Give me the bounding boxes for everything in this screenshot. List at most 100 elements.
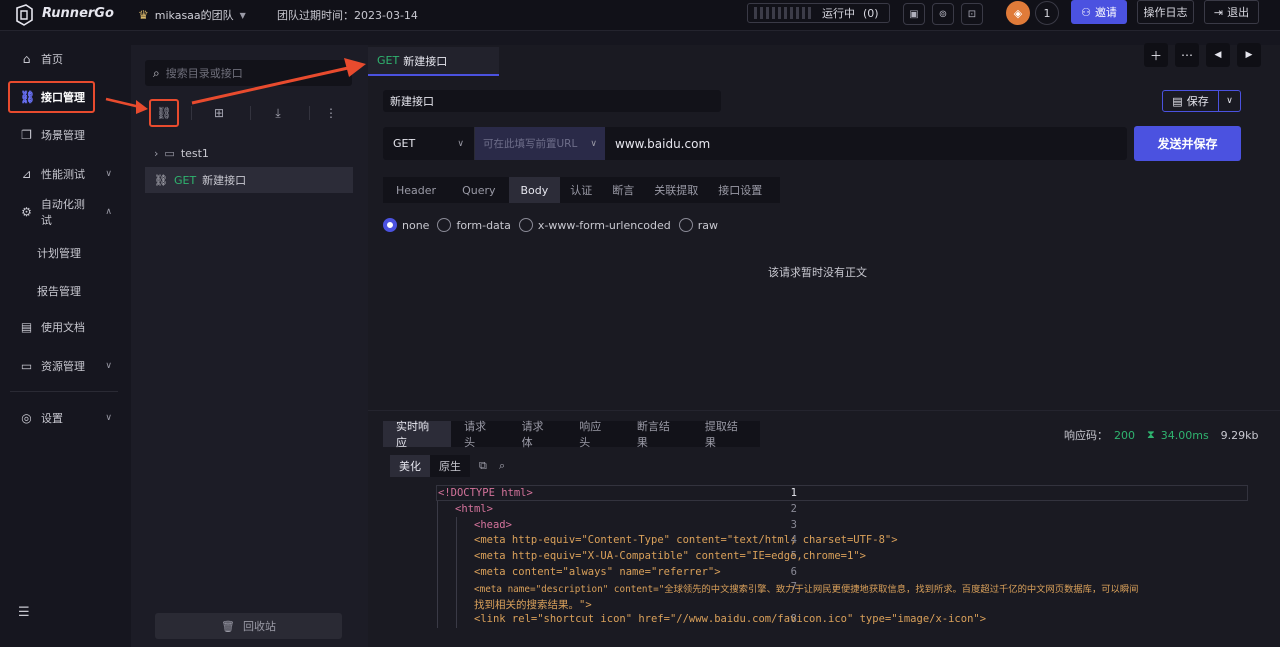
status-code: 200 [1114, 428, 1135, 442]
tab-live-response[interactable]: 实时响应 [383, 420, 452, 449]
tab-extraction-results[interactable]: 提取结果 [692, 420, 760, 449]
sidebar-item-automation-test[interactable]: ⚙ 自动化测试 ∧ [10, 197, 120, 227]
sidebar-item-performance-test[interactable]: ⊿ 性能测试 ∨ [10, 159, 120, 189]
sort-icon[interactable]: ⋮ [318, 100, 344, 126]
response-meta: 响应码： 200 ⧗ 34.00ms 9.29kb [1064, 427, 1259, 443]
chevron-down-icon: ∨ [105, 361, 112, 371]
tab-body[interactable]: Body [508, 177, 561, 203]
tab-api-settings[interactable]: 接口设置 [708, 177, 772, 203]
copy-icon[interactable]: ⧉ [479, 459, 487, 473]
folder-icon: ▭ [164, 146, 175, 160]
chevron-up-icon: ∧ [105, 207, 112, 217]
tab-auth[interactable]: 认证 [560, 177, 602, 203]
resource-icon: ▭ [20, 359, 33, 373]
sidebar-item-scene-management[interactable]: ❐ 场景管理 [10, 120, 120, 150]
tab-extraction[interactable]: 关联提取 [644, 177, 708, 203]
response-time: 34.00ms [1160, 428, 1209, 442]
status-label: 响应码： [1064, 429, 1108, 442]
radio-label: none [402, 218, 430, 232]
search-icon[interactable]: ⌕ [499, 459, 505, 473]
pre-url-select[interactable]: 可在此填写前置URL ∨ [475, 127, 605, 160]
url-input[interactable]: www.baidu.com [605, 137, 710, 151]
tab-response-headers[interactable]: 响应头 [566, 420, 624, 449]
response-code-viewer[interactable]: 1 2 3 4 5 6 7 8 <!DOCTYPE html> <html> <… [383, 485, 1247, 630]
sidebar-item-label: 使用文档 [41, 321, 85, 334]
avatar[interactable]: ◈ [1006, 1, 1030, 25]
save-dropdown-icon[interactable]: ∨ [1219, 90, 1241, 112]
team-name: mikasaa的团队 [154, 9, 234, 22]
tree-search-input[interactable]: ⌕ 搜索目录或接口 [145, 60, 352, 86]
toolbar-divider [309, 106, 310, 120]
save-button[interactable]: ▤ 保存 [1162, 90, 1219, 112]
team-selector[interactable]: ♛ mikasaa的团队 ▼ [138, 7, 246, 23]
import-icon[interactable]: ⤓ [265, 100, 291, 126]
format-raw[interactable]: 原生 [430, 455, 470, 477]
logout-label: 退出 [1227, 6, 1250, 19]
api-name-input[interactable]: 新建接口 [383, 90, 721, 112]
tab-assertion[interactable]: 断言 [602, 177, 644, 203]
tree-folder[interactable]: › ▭ test1 [145, 140, 353, 166]
sidebar-subitem-plan-management[interactable]: 计划管理 [37, 245, 81, 261]
running-status[interactable]: 运行中 (0) [747, 3, 890, 23]
radio-label: form-data [456, 218, 511, 232]
sidebar-item-label: 首页 [41, 53, 63, 66]
sidebar-item-label: 资源管理 [41, 360, 85, 373]
plugin-icon[interactable]: ⊚ [932, 3, 954, 25]
tab-prev-icon[interactable]: ◀ [1206, 43, 1230, 67]
response-divider[interactable] [368, 410, 1280, 411]
running-progress-stripes [754, 7, 814, 19]
toolbar-divider [250, 106, 251, 120]
code-line: <link rel="shortcut icon" href="//www.ba… [474, 613, 987, 625]
logout-button[interactable]: ⇥ 退出 [1204, 0, 1259, 24]
more-icon[interactable]: ⋯ [1175, 43, 1199, 67]
collapse-sidebar-icon[interactable]: ☰ [18, 605, 30, 620]
sidebar-item-resource-management[interactable]: ▭ 资源管理 ∨ [10, 351, 120, 381]
radio-dot [437, 218, 452, 232]
notice-icon[interactable]: ⊡ [961, 3, 983, 25]
api-tree-panel [131, 45, 368, 647]
sidebar-item-home[interactable]: ⌂ 首页 [10, 44, 120, 74]
tab-request-body[interactable]: 请求体 [509, 420, 567, 449]
member-count-badge[interactable]: 1 [1035, 1, 1059, 25]
sidebar-item-settings[interactable]: ◎ 设置 ∨ [10, 403, 120, 433]
code-line: <meta http-equiv="Content-Type" content=… [474, 534, 898, 546]
tree-api-item[interactable]: ⛓ GET 新建接口 [145, 167, 353, 193]
runnergo-logo-icon [16, 4, 33, 26]
tab-assertion-results[interactable]: 断言结果 [624, 420, 692, 449]
line-number: 6 [790, 566, 797, 578]
radio-raw[interactable]: raw [678, 218, 718, 232]
operation-log-button[interactable]: 操作日志 [1137, 0, 1194, 24]
radio-urlencoded[interactable]: x-www-form-urlencoded [518, 218, 671, 232]
invite-button[interactable]: ⚇ 邀请 [1071, 0, 1127, 24]
method-select[interactable]: GET ∨ [383, 127, 475, 160]
recycle-bin-button[interactable]: 🗑 回收站 [155, 613, 342, 639]
new-api-icon[interactable]: ⛓ [149, 99, 179, 127]
radio-form-data[interactable]: form-data [437, 218, 511, 232]
hourglass-icon: ⧗ [1147, 428, 1155, 441]
response-tabs: 实时响应 请求头 请求体 响应头 断言结果 提取结果 [383, 420, 760, 449]
link-icon: ⛓ [154, 173, 168, 187]
sidebar-subitem-report-management[interactable]: 报告管理 [37, 283, 81, 299]
tab-new-api[interactable]: GET 新建接口 [368, 47, 499, 76]
home-icon: ⌂ [22, 52, 31, 66]
send-and-save-button[interactable]: 发送并保存 [1134, 126, 1241, 161]
chevron-down-icon: ∨ [457, 138, 464, 149]
tab-request-headers[interactable]: 请求头 [451, 420, 509, 449]
tab-query[interactable]: Query [449, 177, 508, 203]
sidebar-item-api-management[interactable]: ⛓ 接口管理 [8, 81, 95, 113]
tree-item-name: 新建接口 [202, 174, 247, 187]
machine-monitor-icon[interactable]: ▣ [903, 3, 925, 25]
format-pretty[interactable]: 美化 [390, 455, 430, 477]
tab-header[interactable]: Header [383, 177, 449, 203]
radio-none[interactable]: none [383, 218, 429, 232]
code-line: 找到相关的搜索结果。"> [474, 599, 592, 611]
add-tab-icon[interactable]: ＋ [1144, 43, 1168, 67]
tab-next-icon[interactable]: ▶ [1237, 43, 1261, 67]
code-line: <meta http-equiv="X-UA-Compatible" conte… [474, 550, 866, 562]
sidebar-item-label: 设置 [41, 412, 63, 425]
new-folder-icon[interactable]: ⊞ [206, 100, 232, 126]
sidebar-item-docs[interactable]: ▤ 使用文档 [10, 312, 120, 342]
top-bar: RunnerGo ♛ mikasaa的团队 ▼ 团队过期时间：2023-03-1… [0, 0, 1280, 31]
save-label: 保存 [1186, 95, 1209, 108]
toolbar-divider [191, 106, 192, 120]
